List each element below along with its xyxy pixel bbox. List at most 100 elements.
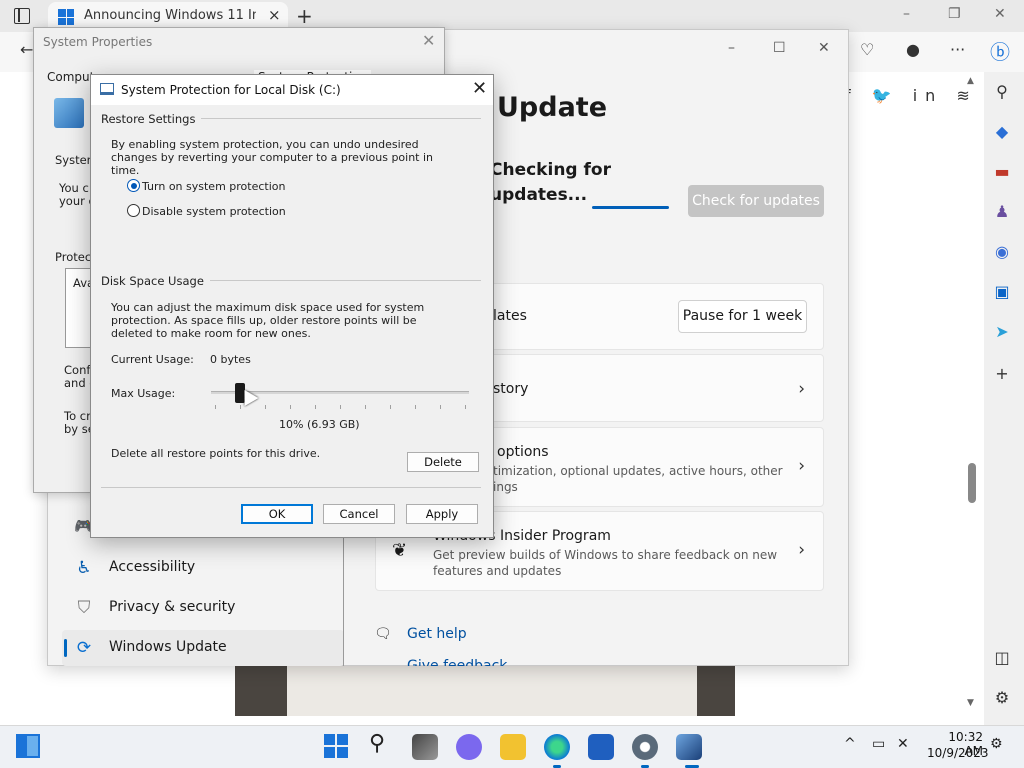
checking-status: Checking for updates...	[490, 160, 611, 205]
browser-close-button[interactable]: ✕	[994, 6, 1006, 22]
slider-tick	[440, 405, 441, 409]
taskbar: ⚲ ^ ▭ ✕ 10:32 AM 10/9/2023 ⚙	[0, 725, 1024, 768]
article-image	[235, 660, 735, 716]
delete-description: Delete all restore points for this drive…	[111, 447, 321, 460]
windows-logo-icon	[58, 9, 74, 25]
slider-tick	[265, 405, 266, 409]
nav-item-accessibility[interactable]: ♿ Accessibility	[62, 550, 344, 586]
chess-icon[interactable]: ♟	[991, 202, 1013, 221]
tag-icon[interactable]: ◆	[991, 122, 1013, 141]
tab-title: Announcing Windows 11 Insider	[84, 8, 256, 23]
update-icon: ⟳	[76, 638, 92, 658]
sysprop-title: System Properties	[43, 35, 153, 49]
restore-description: By enabling system protection, you can u…	[111, 138, 434, 177]
search-icon[interactable]: ⚲	[991, 82, 1013, 101]
ok-button[interactable]: OK	[241, 504, 313, 524]
slider-tick	[465, 405, 466, 409]
slider-tick	[315, 405, 316, 409]
settings-app-icon[interactable]	[632, 734, 658, 760]
nav-item-windows-update[interactable]: ⟳ Windows Update	[62, 630, 344, 666]
apply-button[interactable]: Apply	[406, 504, 478, 524]
dialog-separator	[101, 487, 481, 488]
back-icon[interactable]: ←	[20, 40, 33, 59]
edge-icon[interactable]	[544, 734, 570, 760]
profile-icon[interactable]: ●	[906, 40, 920, 59]
disk-space-description: You can adjust the maximum disk space us…	[111, 301, 425, 340]
browser-restore-button[interactable]: ❐	[948, 6, 961, 22]
slider-tick	[215, 405, 216, 409]
add-icon[interactable]: +	[991, 364, 1013, 383]
social-share-icons[interactable]: f 🐦 in ≋	[845, 86, 978, 105]
drive-icon	[100, 83, 114, 95]
dialog-title: System Protection for Local Disk (C:)	[121, 83, 341, 97]
chevron-right-icon: ›	[798, 540, 805, 560]
chevron-right-icon: ›	[798, 456, 805, 476]
sidebar-toggle-icon[interactable]: ◫	[991, 648, 1013, 667]
settings-gear-icon[interactable]: ⚙	[991, 688, 1013, 707]
store-icon[interactable]	[588, 734, 614, 760]
bing-chat-icon[interactable]: ⓑ	[990, 36, 1010, 65]
outlook-icon[interactable]: ▣	[991, 282, 1013, 301]
chevron-right-icon: ›	[798, 379, 805, 399]
settings-minimize-button[interactable]: –	[728, 40, 735, 56]
office-icon[interactable]: ◉	[991, 242, 1013, 261]
browser-minimize-button[interactable]: –	[903, 6, 910, 22]
pause-updates-button[interactable]: Pause for 1 week	[678, 300, 807, 333]
slider-tick	[340, 405, 341, 409]
page-title: Update	[497, 92, 608, 123]
accessibility-icon: ♿	[76, 558, 92, 578]
settings-close-button[interactable]: ✕	[818, 40, 830, 56]
system-protection-dialog: System Protection for Local Disk (C:) ✕ …	[90, 74, 494, 538]
tab-close-icon[interactable]: ×	[268, 6, 281, 24]
scroll-up-icon[interactable]: ▲	[967, 76, 974, 86]
dialog-close-button[interactable]: ✕	[472, 78, 487, 99]
dialog-titlebar: System Protection for Local Disk (C:) ✕	[91, 75, 493, 105]
file-explorer-icon[interactable]	[500, 734, 526, 760]
slider-tick	[365, 405, 366, 409]
restore-settings-label: Restore Settings	[101, 112, 202, 126]
radio-turn-on-label[interactable]: Turn on system protection	[142, 180, 285, 193]
browser-essentials-icon[interactable]: ♡	[860, 40, 874, 59]
settings-maximize-button[interactable]: ☐	[773, 40, 786, 56]
network-icon[interactable]: ▭	[872, 736, 885, 752]
task-view-icon[interactable]	[412, 734, 438, 760]
radio-disable[interactable]	[127, 204, 140, 217]
check-progress-bar	[592, 206, 669, 209]
widgets-icon[interactable]	[16, 734, 40, 758]
cancel-button[interactable]: Cancel	[323, 504, 395, 524]
radio-disable-label[interactable]: Disable system protection	[142, 205, 286, 218]
clock-date[interactable]: 10/9/2023	[927, 746, 989, 760]
scrollbar-thumb[interactable]	[968, 463, 976, 503]
send-icon[interactable]: ➤	[991, 322, 1013, 341]
give-feedback-link[interactable]: Give feedback	[407, 658, 507, 666]
slider-tick	[290, 405, 291, 409]
max-usage-label: Max Usage:	[111, 387, 176, 400]
sysprop-close-button[interactable]: ✕	[422, 31, 435, 50]
radio-turn-on[interactable]	[127, 179, 140, 192]
shield-icon: ⛉	[77, 598, 91, 618]
notifications-icon[interactable]: ⚙	[990, 736, 1003, 752]
volume-muted-icon[interactable]: ✕	[897, 736, 909, 752]
help-icon: 🗨	[374, 626, 392, 642]
slider-tick	[390, 405, 391, 409]
current-usage-value: 0 bytes	[210, 353, 251, 366]
get-help-link[interactable]: 🗨 Get help	[374, 626, 467, 642]
taskbar-search-icon[interactable]: ⚲	[369, 731, 385, 756]
max-usage-value: 10% (6.93 GB)	[279, 418, 360, 431]
insider-hearts-icon: ❦	[392, 540, 408, 561]
check-updates-button[interactable]: Check for updates	[688, 185, 824, 217]
disk-space-label: Disk Space Usage	[101, 274, 210, 288]
chat-icon[interactable]	[456, 734, 482, 760]
toolbox-icon[interactable]: ▬	[991, 162, 1013, 181]
show-hidden-icons-chevron-icon[interactable]: ^	[844, 736, 856, 752]
current-usage-label: Current Usage:	[111, 353, 194, 366]
delete-button[interactable]: Delete	[407, 452, 479, 472]
computer-icon	[54, 98, 84, 128]
tab-actions-icon[interactable]	[14, 8, 30, 24]
new-tab-button[interactable]: +	[296, 4, 313, 28]
more-icon[interactable]: ···	[950, 40, 965, 59]
nav-item-privacy[interactable]: ⛉ Privacy & security	[62, 590, 344, 626]
scroll-down-icon[interactable]: ▼	[967, 698, 974, 708]
start-button[interactable]	[324, 734, 348, 758]
system-properties-taskbar-icon[interactable]	[676, 734, 702, 760]
